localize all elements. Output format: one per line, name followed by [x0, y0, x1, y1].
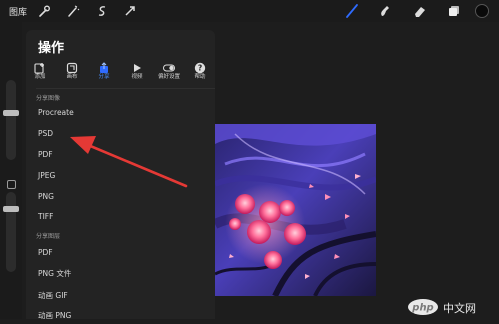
brush-icon[interactable]: [344, 3, 360, 19]
section-share-image: 分享图像: [36, 95, 61, 102]
layers-icon[interactable]: [446, 3, 462, 19]
transform-arrow-icon[interactable]: [122, 3, 138, 19]
smudge-icon[interactable]: [376, 3, 392, 19]
left-sidebar: [0, 22, 22, 319]
export-animated-gif[interactable]: 动画 GIF: [26, 286, 215, 304]
divider: [36, 88, 215, 89]
export-layers-png-files[interactable]: PNG 文件: [26, 264, 215, 282]
svg-text:php: php: [411, 303, 433, 314]
actions-panel: 操作 添加 画布 分享 视频 偏好设置 ? 帮助 分享图像 Procreate …: [26, 30, 215, 320]
section-share-layers: 分享图层: [36, 233, 61, 240]
opacity-thumb[interactable]: [3, 206, 19, 212]
magic-wand-icon[interactable]: [65, 3, 81, 19]
opacity-slider[interactable]: [6, 192, 16, 272]
wrench-icon[interactable]: [36, 3, 52, 19]
watermark-logo: php 中文网: [407, 298, 493, 316]
brush-size-thumb[interactable]: [3, 110, 19, 116]
share-icon: [98, 59, 110, 73]
watermark-text: 中文网: [443, 302, 476, 315]
panel-title: 操作: [38, 41, 65, 56]
brush-size-slider[interactable]: [6, 80, 16, 160]
eraser-icon[interactable]: [412, 3, 428, 19]
gallery-button[interactable]: 图库: [9, 5, 27, 18]
export-layers-pdf[interactable]: PDF: [26, 244, 215, 262]
tab-video[interactable]: 视频: [119, 57, 155, 85]
tab-share[interactable]: 分享: [86, 57, 122, 85]
selection-s-icon[interactable]: [94, 3, 110, 19]
actions-tabs: 添加 画布 分享 视频 偏好设置 ? 帮助: [26, 57, 215, 87]
modify-button[interactable]: [7, 180, 16, 189]
help-icon: ?: [194, 59, 206, 74]
tab-help[interactable]: ? 帮助: [182, 57, 218, 85]
canvas-icon: [66, 59, 78, 74]
export-psd[interactable]: PSD: [26, 125, 215, 143]
color-swatch-icon[interactable]: [474, 3, 490, 19]
export-tiff[interactable]: TIFF: [26, 208, 215, 226]
export-procreate[interactable]: Procreate: [26, 104, 215, 122]
export-png[interactable]: PNG: [26, 188, 215, 206]
add-icon: [34, 59, 46, 74]
canvas-artwork[interactable]: [215, 124, 376, 296]
export-pdf[interactable]: PDF: [26, 146, 215, 164]
top-toolbar: 图库: [0, 0, 499, 22]
toggle-icon: [163, 59, 175, 72]
video-play-icon: [131, 59, 143, 72]
export-animated-png[interactable]: 动画 PNG: [26, 306, 215, 324]
tab-canvas[interactable]: 画布: [54, 57, 90, 85]
export-jpeg[interactable]: JPEG: [26, 167, 215, 185]
tab-add[interactable]: 添加: [22, 57, 58, 85]
